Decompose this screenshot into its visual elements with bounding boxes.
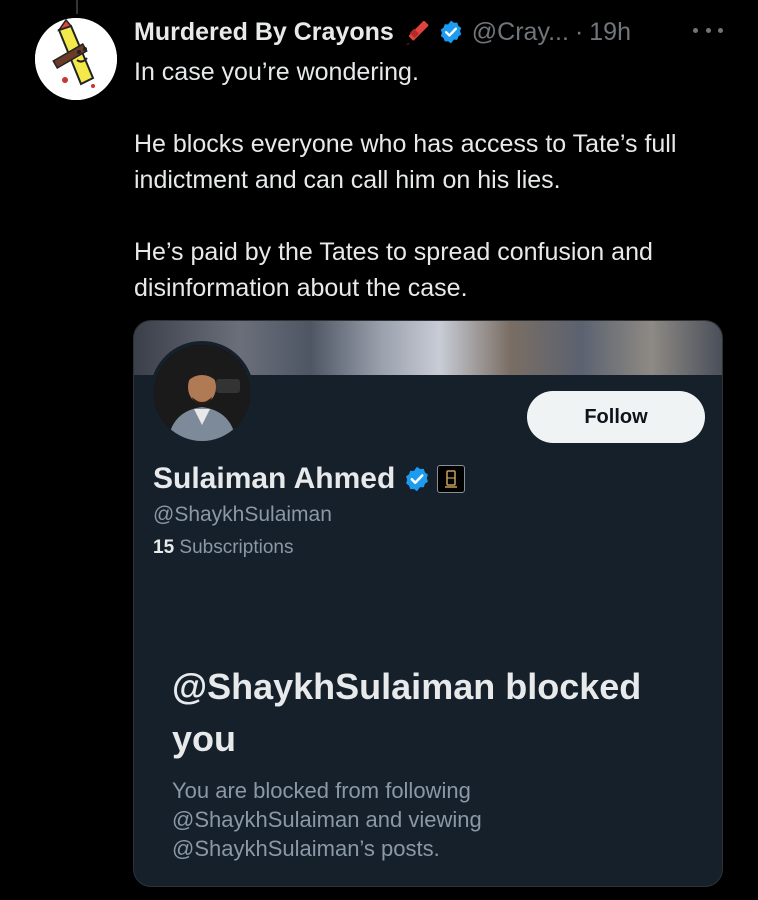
blocked-description: You are blocked from following @ShaykhSu…	[172, 778, 482, 861]
affiliate-badge-icon	[437, 465, 466, 493]
timestamp[interactable]: 19h	[589, 18, 631, 47]
profile-name-row: Sulaiman Ahmed	[153, 459, 466, 499]
profile-handle: @ShaykhSulaiman	[153, 503, 332, 526]
more-icon[interactable]	[693, 18, 723, 42]
attached-screenshot[interactable]: Follow Sulaiman Ahmed @ShaykhSulaiman 15…	[133, 320, 723, 887]
verified-icon	[403, 465, 431, 493]
author-name[interactable]: Murdered By Crayons	[134, 18, 394, 47]
crayon-icon	[402, 17, 432, 47]
profile-avatar	[150, 341, 254, 445]
tweet-paragraph: He blocks everyone who has access to Tat…	[134, 130, 677, 194]
tweet-text: In case you’re wondering. He blocks ever…	[134, 54, 724, 306]
author-avatar[interactable]	[35, 18, 117, 100]
subscriptions-number: 15	[153, 537, 175, 558]
tweet-paragraph: He’s paid by the Tates to spread confusi…	[134, 238, 653, 302]
follow-button[interactable]: Follow	[527, 391, 705, 443]
tweet-header: Murdered By Crayons @Cray... · 19h	[134, 14, 631, 50]
profile-name: Sulaiman Ahmed	[153, 462, 396, 495]
separator-dot: ·	[574, 17, 584, 46]
blocked-title: @ShaykhSulaiman blocked you	[172, 666, 642, 759]
subscriptions-count: 15 Subscriptions	[153, 537, 293, 559]
verified-icon	[438, 19, 464, 45]
tweet-paragraph: In case you’re wondering.	[134, 58, 419, 86]
thread-line	[76, 0, 78, 14]
subscriptions-label: Subscriptions	[179, 537, 294, 558]
author-handle[interactable]: @Cray...	[472, 18, 569, 47]
